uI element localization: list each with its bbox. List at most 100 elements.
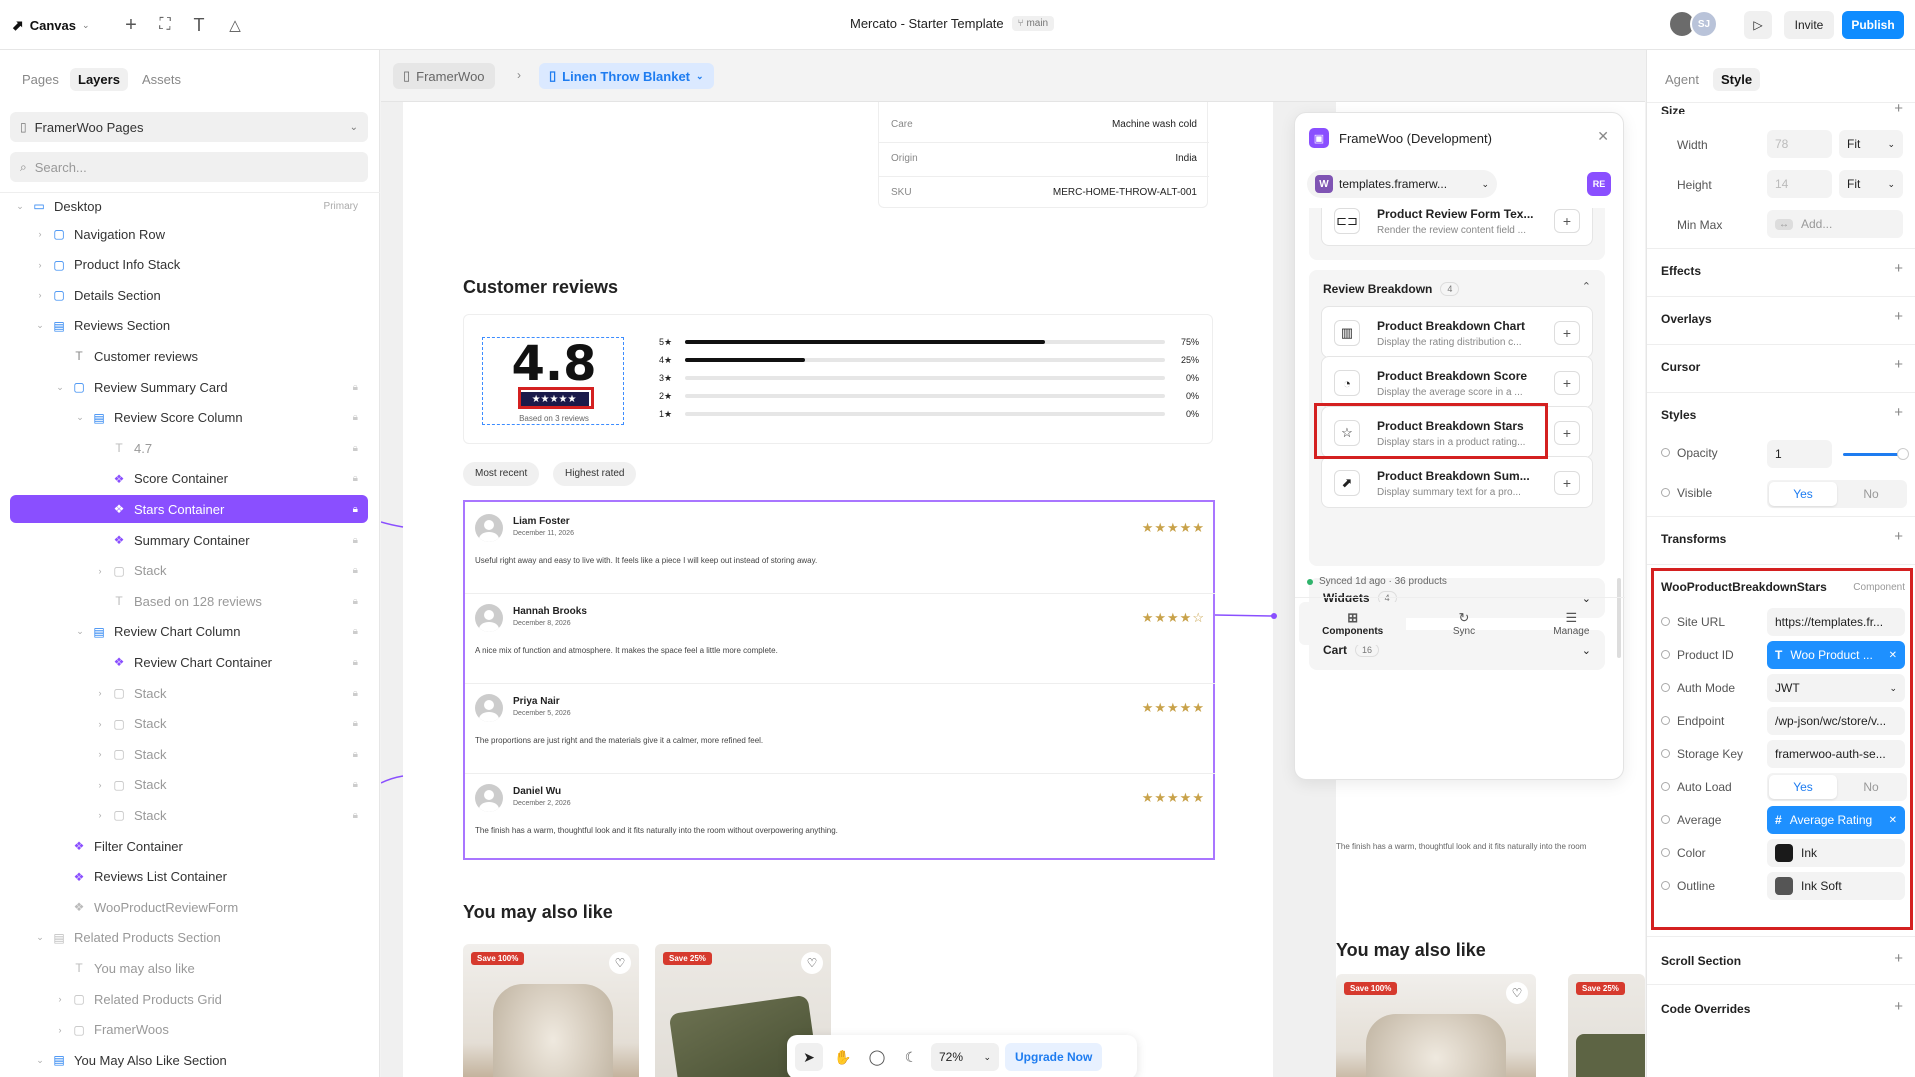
theme-toggle-icon[interactable]: ☾ bbox=[897, 1043, 925, 1071]
component-item[interactable]: ◔ Product Breakdown Score Display the aver… bbox=[1321, 356, 1593, 408]
layer-item[interactable]: › ▢ Stack 🔒︎ bbox=[10, 557, 368, 585]
layer-item[interactable]: ❖ Filter Container bbox=[10, 832, 368, 860]
layer-item[interactable]: ❖ Reviews List Container bbox=[10, 863, 368, 891]
layer-item[interactable]: › ▢ Details Section bbox=[10, 281, 368, 309]
lock-icon[interactable]: 🔒︎ bbox=[353, 657, 358, 668]
layer-item[interactable]: ❖ WooProductReviewForm bbox=[10, 893, 368, 921]
height-input[interactable]: 14 bbox=[1767, 170, 1832, 198]
preview-play-button[interactable]: ▷ bbox=[1744, 11, 1772, 39]
collaborator-avatar-initials[interactable]: SJ bbox=[1690, 10, 1718, 38]
layer-item[interactable]: ❖ Summary Container 🔒︎ bbox=[10, 526, 368, 554]
cursor-section-title[interactable]: Cursor bbox=[1661, 360, 1700, 374]
chevron-right-icon[interactable]: › bbox=[94, 566, 106, 576]
chevron-down-icon[interactable]: ⌄ bbox=[74, 412, 86, 423]
chevron-down-icon[interactable]: ⌄ bbox=[34, 932, 46, 943]
chevron-down-icon[interactable]: ⌄ bbox=[34, 320, 46, 331]
opacity-input[interactable]: 1 bbox=[1767, 440, 1832, 468]
canvas-menu[interactable]: ⬈ Canvas ⌄ bbox=[12, 12, 102, 38]
overlays-section-title[interactable]: Overlays bbox=[1661, 312, 1712, 326]
lock-icon[interactable]: 🔒︎ bbox=[353, 779, 358, 790]
filter-highest[interactable]: Highest rated bbox=[553, 462, 637, 486]
lock-icon[interactable]: 🔒︎ bbox=[353, 565, 358, 576]
chevron-right-icon[interactable]: › bbox=[34, 290, 46, 300]
layer-item[interactable]: T You may also like bbox=[10, 954, 368, 982]
lock-icon[interactable]: 🔒︎ bbox=[353, 626, 358, 637]
text-tool-icon[interactable]: T bbox=[186, 12, 212, 38]
tab-pages[interactable]: Pages bbox=[14, 68, 67, 91]
chevron-down-icon[interactable]: ⌄ bbox=[54, 382, 66, 393]
width-input[interactable]: 78 bbox=[1767, 130, 1832, 158]
publish-button[interactable]: Publish bbox=[1842, 11, 1904, 39]
add-icon[interactable]: + bbox=[1554, 371, 1580, 395]
product-card[interactable]: Save 100% ♡ bbox=[1336, 974, 1536, 1077]
opacity-slider-handle[interactable] bbox=[1897, 448, 1909, 460]
layer-item[interactable]: T Customer reviews bbox=[10, 342, 368, 370]
chevron-up-icon[interactable]: ⌃ bbox=[1582, 280, 1591, 293]
lock-icon[interactable]: 🔒︎ bbox=[353, 473, 358, 484]
lock-icon[interactable]: 🔒︎ bbox=[353, 443, 358, 454]
plus-icon[interactable]: + bbox=[1894, 260, 1903, 277]
comment-tool-icon[interactable]: ◯ bbox=[863, 1043, 891, 1071]
plus-icon[interactable]: + bbox=[1894, 528, 1903, 545]
breadcrumb-root[interactable]: ▯ FramerWoo bbox=[393, 63, 495, 89]
layer-item[interactable]: ⌄ ▤ Reviews Section bbox=[10, 312, 368, 340]
layer-item[interactable]: › ▢ Related Products Grid bbox=[10, 985, 368, 1013]
chevron-right-icon[interactable]: › bbox=[94, 749, 106, 759]
lock-icon[interactable]: 🔒︎ bbox=[353, 504, 358, 515]
visible-toggle[interactable]: Yes No bbox=[1767, 480, 1907, 508]
minmax-input[interactable]: ↔ Add... bbox=[1767, 210, 1903, 238]
layer-root-desktop[interactable]: ⌄ ▭ Desktop Primary bbox=[10, 192, 368, 220]
component-item[interactable]: ▥ Product Breakdown Chart Display the rati… bbox=[1321, 306, 1593, 358]
close-icon[interactable]: ✕ bbox=[1597, 128, 1609, 145]
tab-assets[interactable]: Assets bbox=[134, 68, 189, 91]
layer-item[interactable]: T 4.7 🔒︎ bbox=[10, 434, 368, 462]
plus-icon[interactable]: + bbox=[1894, 998, 1903, 1015]
layer-item[interactable]: › ▢ Stack 🔒︎ bbox=[10, 771, 368, 799]
filter-recent[interactable]: Most recent bbox=[463, 462, 540, 486]
zoom-select[interactable]: 72% ⌄ bbox=[931, 1043, 999, 1071]
chevron-down-icon[interactable]: ⌄ bbox=[34, 1055, 46, 1066]
heart-icon[interactable]: ♡ bbox=[801, 952, 823, 974]
transforms-section-title[interactable]: Transforms bbox=[1661, 532, 1726, 546]
chevron-right-icon[interactable]: › bbox=[34, 229, 46, 239]
component-item[interactable]: ⬈ Product Breakdown Sum... Display summary… bbox=[1321, 456, 1593, 508]
plus-icon[interactable]: + bbox=[1894, 950, 1903, 967]
plus-icon[interactable]: + bbox=[1894, 308, 1903, 325]
layer-item[interactable]: › ▢ Stack 🔒︎ bbox=[10, 679, 368, 707]
chevron-right-icon[interactable]: › bbox=[94, 719, 106, 729]
nav-components[interactable]: ⊞ Components bbox=[1299, 602, 1407, 645]
visible-no[interactable]: No bbox=[1837, 482, 1905, 506]
component-review-form-text[interactable]: ⊏⊐ Product Review Form Tex... Render the… bbox=[1321, 208, 1593, 246]
chevron-right-icon[interactable]: › bbox=[94, 780, 106, 790]
heart-icon[interactable]: ♡ bbox=[1506, 982, 1528, 1004]
lock-icon[interactable]: 🔒︎ bbox=[353, 749, 358, 760]
layer-item[interactable]: › ▢ Product Info Stack bbox=[10, 251, 368, 279]
site-select[interactable]: W templates.framerw... ⌄ bbox=[1307, 170, 1497, 198]
product-card[interactable]: Save 100% ♡ bbox=[463, 944, 639, 1077]
lock-icon[interactable]: 🔒︎ bbox=[353, 412, 358, 423]
chevron-right-icon[interactable]: › bbox=[34, 260, 46, 270]
group-header[interactable]: Review Breakdown 4 bbox=[1323, 282, 1460, 296]
layer-item[interactable]: › ▢ FramerWoos bbox=[10, 1016, 368, 1044]
layer-item[interactable]: ⌄ ▤ You May Also Like Section bbox=[10, 1046, 368, 1074]
code-overrides-title[interactable]: Code Overrides bbox=[1661, 1002, 1750, 1016]
lock-icon[interactable]: 🔒︎ bbox=[353, 596, 358, 607]
hand-tool-icon[interactable]: ✋ bbox=[829, 1043, 857, 1071]
plus-icon[interactable]: + bbox=[1894, 356, 1903, 373]
lock-icon[interactable]: 🔒︎ bbox=[353, 810, 358, 821]
page-select[interactable]: ▯ FramerWoo Pages ⌄ bbox=[10, 112, 368, 142]
layer-item[interactable]: › ▢ Stack 🔒︎ bbox=[10, 710, 368, 738]
styles-section-title[interactable]: Styles bbox=[1661, 408, 1696, 422]
layer-item[interactable]: ❖ Score Container 🔒︎ bbox=[10, 465, 368, 493]
tab-agent[interactable]: Agent bbox=[1657, 68, 1707, 91]
search-input[interactable]: Search... bbox=[35, 160, 87, 175]
layer-item[interactable]: ⌄ ▤ Review Score Column 🔒︎ bbox=[10, 404, 368, 432]
plus-icon[interactable]: + bbox=[1894, 100, 1903, 117]
chevron-right-icon[interactable]: › bbox=[54, 1025, 66, 1035]
user-badge[interactable]: RE bbox=[1587, 172, 1611, 196]
add-icon[interactable]: + bbox=[1554, 421, 1580, 445]
nav-sync[interactable]: ↻ Sync bbox=[1410, 598, 1517, 649]
tab-layers[interactable]: Layers bbox=[70, 68, 128, 91]
layer-search[interactable]: ⌕ Search... bbox=[10, 152, 368, 182]
insert-icon[interactable]: + bbox=[118, 12, 144, 38]
